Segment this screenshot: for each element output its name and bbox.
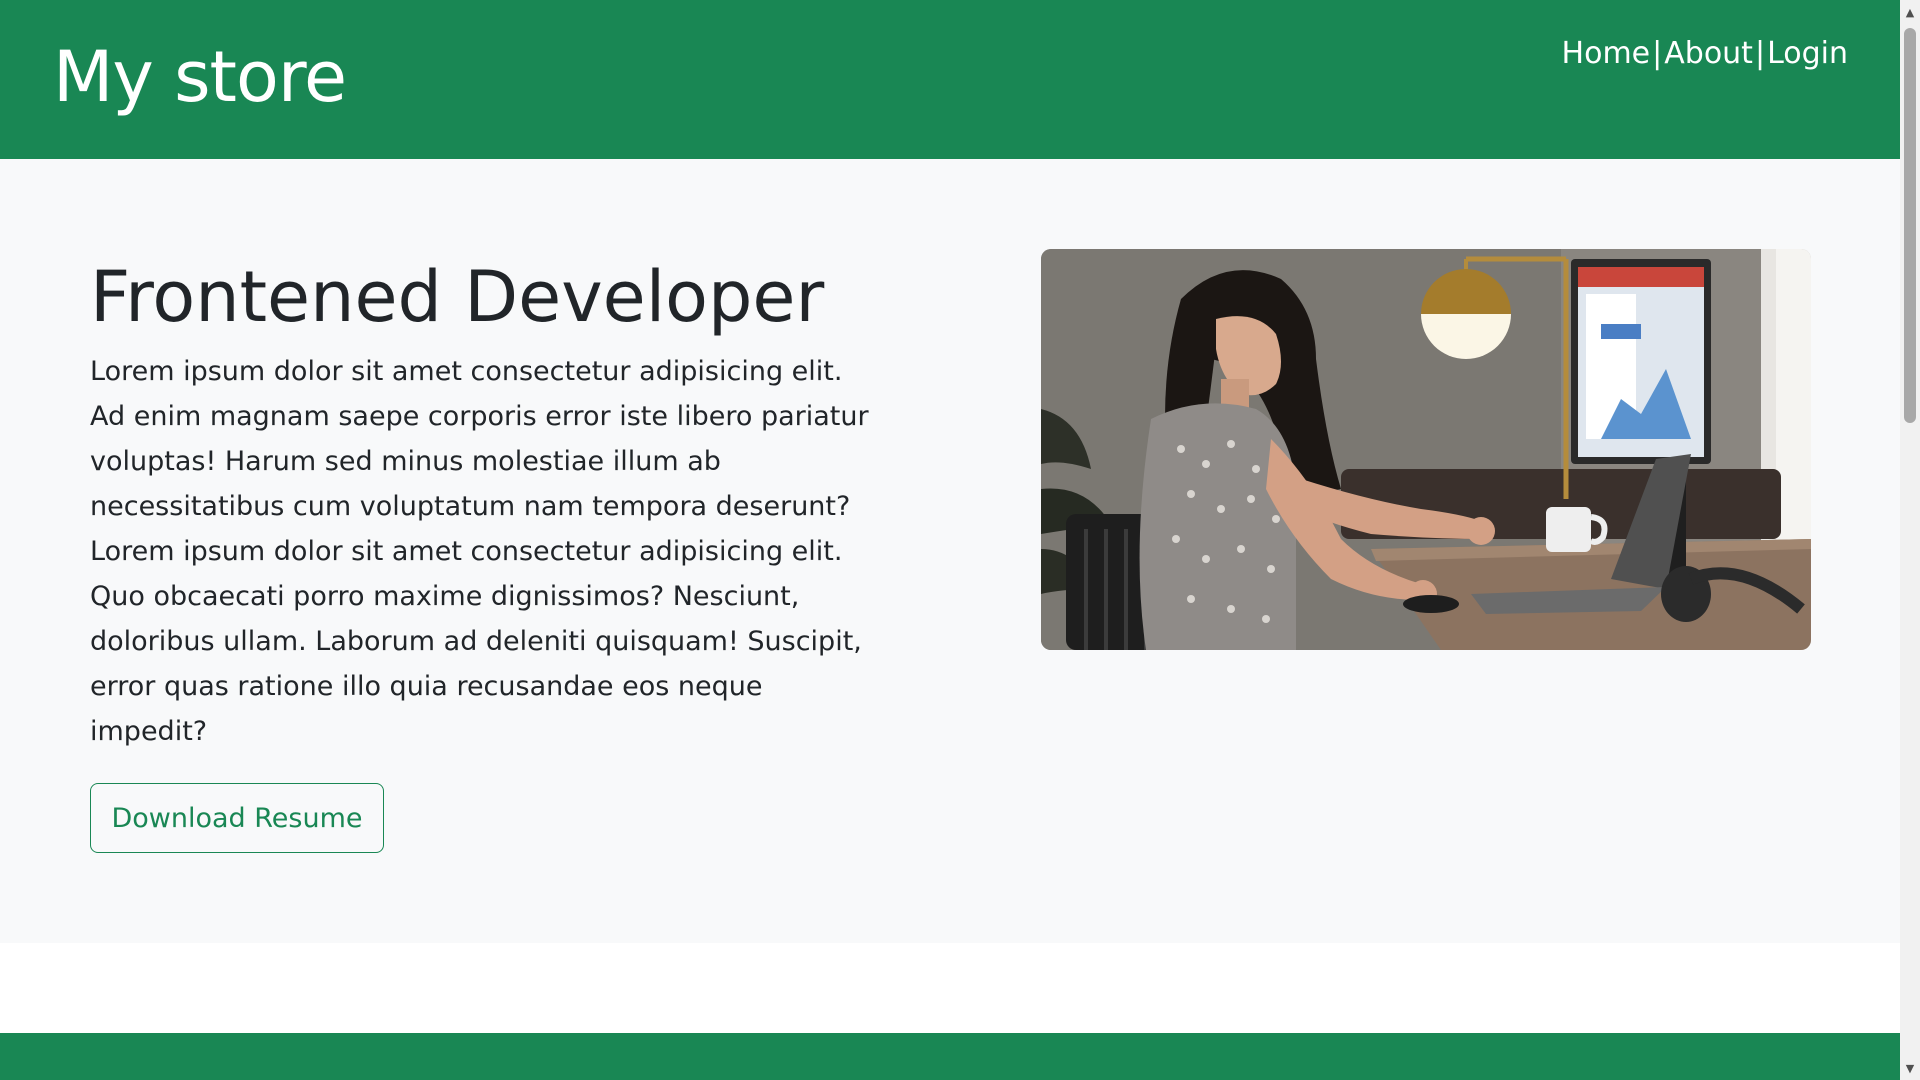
triangle-up-icon[interactable]: ▲ (1900, 2, 1920, 22)
vertical-scrollbar[interactable]: ▲ ▼ (1900, 0, 1920, 1080)
nav-link-about[interactable]: About (1664, 32, 1753, 76)
nav-separator: | (1754, 36, 1766, 71)
nav-link-home[interactable]: Home (1562, 32, 1651, 76)
developer-illustration (1041, 249, 1811, 650)
hero-image (1041, 249, 1811, 650)
site-header: My store Home | About | Login (0, 0, 1900, 159)
download-resume-button[interactable]: Download Resume (90, 783, 384, 853)
brand-title[interactable]: My store (53, 32, 347, 122)
hero-section: Frontened Developer Lorem ipsum dolor si… (0, 159, 1900, 943)
nav-link-login[interactable]: Login (1767, 32, 1848, 76)
hero-description: Lorem ipsum dolor sit amet consectetur a… (90, 356, 869, 747)
main-nav: Home | About | Login (1562, 32, 1848, 76)
scrollbar-thumb[interactable] (1904, 28, 1916, 423)
triangle-down-icon[interactable]: ▼ (1900, 1058, 1920, 1078)
site-footer (0, 1033, 1900, 1080)
nav-separator: | (1652, 36, 1663, 71)
page: My store Home | About | Login Frontened … (0, 0, 1900, 1080)
hero-title: Frontened Developer (90, 256, 825, 338)
